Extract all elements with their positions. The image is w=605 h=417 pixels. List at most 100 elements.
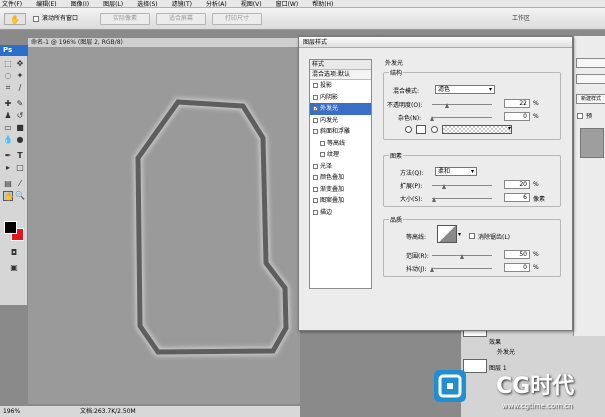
menu-item[interactable]: 选择(S) <box>137 0 158 7</box>
style-checkbox[interactable] <box>313 129 318 135</box>
glow-gradient-picker[interactable] <box>442 125 512 134</box>
range-input[interactable]: 50 <box>504 250 530 259</box>
contour-chevron-icon[interactable]: ▾ <box>458 231 461 238</box>
zoom-level[interactable]: 196% <box>3 406 20 417</box>
eyedropper-tool-icon[interactable]: ⁄ <box>15 179 25 189</box>
size-slider[interactable] <box>432 198 492 199</box>
layer-outer-glow-label[interactable]: 外发光 <box>497 347 515 356</box>
spread-slider[interactable] <box>432 185 492 186</box>
style-item[interactable]: 等高线 <box>310 138 371 150</box>
scroll-all-windows-checkbox[interactable] <box>33 16 39 22</box>
layer-style-dialog: 图层样式 样式 混合选项:默认 投影 内阴影 ✓ 外发光 内发光 斜面和浮雕 等高线 纹理 光泽… <box>298 36 573 331</box>
gradient-radio[interactable] <box>431 126 438 133</box>
quick-mask-icon[interactable]: ◘ <box>9 248 19 258</box>
slice-tool-icon[interactable]: ∕ <box>15 83 25 93</box>
history-brush-tool-icon[interactable]: ↺ <box>15 111 25 121</box>
lasso-tool-icon[interactable]: ◌ <box>3 71 13 81</box>
move-tool-icon[interactable]: ✥ <box>15 59 25 69</box>
style-checkbox[interactable] <box>313 83 318 89</box>
jitter-input[interactable]: 0 <box>504 263 530 272</box>
cancel-button[interactable] <box>576 74 605 84</box>
style-item[interactable]: 内发光 <box>310 115 371 127</box>
path-selection-tool-icon[interactable]: ▸ <box>3 163 13 173</box>
style-checkbox[interactable] <box>320 152 325 158</box>
style-item[interactable]: 渐变叠加 <box>310 184 371 196</box>
ok-button[interactable] <box>576 58 605 68</box>
style-checkbox[interactable]: ✓ <box>313 106 318 112</box>
noise-label: 杂色(N): <box>398 115 422 122</box>
eraser-tool-icon[interactable]: ▭ <box>3 123 13 133</box>
brush-tool-icon[interactable]: ✎ <box>15 99 25 109</box>
styles-header[interactable]: 样式 <box>310 60 371 70</box>
healing-brush-tool-icon[interactable]: ✚ <box>3 99 13 109</box>
document-canvas[interactable] <box>28 48 300 404</box>
style-checkbox[interactable] <box>313 175 318 181</box>
spread-input[interactable]: 20 <box>504 180 530 189</box>
new-style-button[interactable]: 新建样式 <box>576 94 605 104</box>
menu-item[interactable]: 视图(V) <box>241 0 262 7</box>
jitter-slider[interactable] <box>432 268 492 269</box>
type-tool-icon[interactable]: T <box>15 151 25 161</box>
menu-item[interactable]: 编辑(E) <box>36 0 56 7</box>
size-input[interactable]: 6 <box>504 193 530 202</box>
menu-item[interactable]: 窗口(W) <box>276 0 299 7</box>
opacity-slider[interactable] <box>432 104 492 105</box>
style-checkbox[interactable] <box>320 140 325 146</box>
solid-color-radio[interactable] <box>405 126 412 133</box>
layer-effects-label[interactable]: 效果 <box>489 337 501 346</box>
style-item[interactable]: 图案叠加 <box>310 195 371 207</box>
style-checkbox[interactable] <box>313 198 318 204</box>
style-item[interactable]: 光泽 <box>310 161 371 173</box>
gradient-chevron-icon[interactable]: ▾ <box>508 125 511 132</box>
opacity-input[interactable]: 22 <box>504 99 530 108</box>
crop-tool-icon[interactable]: ⌗ <box>3 83 13 93</box>
menu-item[interactable]: 图层(L) <box>103 0 123 7</box>
style-checkbox[interactable] <box>313 186 318 192</box>
foreground-color-swatch[interactable] <box>4 221 17 234</box>
method-select[interactable]: 柔和 ▾ <box>435 167 477 176</box>
menu-item[interactable]: 滤镜(T) <box>172 0 192 7</box>
screen-mode-icon[interactable]: ▣ <box>9 263 19 273</box>
style-item[interactable]: 描边 <box>310 207 371 219</box>
style-checkbox[interactable] <box>313 94 318 100</box>
menu-bar: 文件(F) 编辑(E) 图像(I) 图层(L) 选择(S) 滤镜(T) 分析(A) 视图(V)… <box>0 0 605 8</box>
contour-picker[interactable] <box>437 225 457 243</box>
hand-tool-preset[interactable]: ✋ <box>4 13 26 25</box>
style-item[interactable]: 投影 <box>310 80 371 92</box>
style-item[interactable]: 颜色叠加 <box>310 172 371 184</box>
blending-options-item[interactable]: 混合选项:默认 <box>310 70 371 80</box>
marquee-tool-icon[interactable]: ⬚ <box>3 59 13 69</box>
dodge-tool-icon[interactable]: ● <box>15 135 25 145</box>
style-item[interactable]: 纹理 <box>310 149 371 161</box>
menu-item[interactable]: 帮助(H) <box>312 0 333 7</box>
noise-input[interactable]: 0 <box>504 112 530 121</box>
print-size-button[interactable]: 打印尺寸 <box>212 13 262 25</box>
shape-tool-icon[interactable]: □ <box>15 163 25 173</box>
glow-color-swatch[interactable] <box>416 125 426 134</box>
blend-mode-select[interactable]: 滤色 ▾ <box>435 85 495 94</box>
gradient-tool-icon[interactable]: ■ <box>15 123 25 133</box>
stamp-tool-icon[interactable]: ♟ <box>3 111 13 121</box>
pen-tool-icon[interactable]: ✒ <box>3 151 13 161</box>
workspace-label[interactable]: 工作区 <box>512 13 530 22</box>
fit-screen-button[interactable]: 适合屏幕 <box>156 13 206 25</box>
noise-slider[interactable] <box>432 117 492 118</box>
menu-item[interactable]: 分析(A) <box>206 0 227 7</box>
notes-tool-icon[interactable]: ▤ <box>3 179 13 189</box>
antialias-checkbox[interactable] <box>469 233 475 239</box>
actual-pixels-button[interactable]: 实际像素 <box>100 13 150 25</box>
style-checkbox[interactable] <box>313 163 318 169</box>
menu-item[interactable]: 图像(I) <box>71 0 89 7</box>
size-label: 大小(S): <box>400 196 423 203</box>
style-item[interactable]: ✓ 外发光 <box>310 103 371 115</box>
style-item[interactable]: 斜面和浮雕 <box>310 126 371 138</box>
style-item[interactable]: 内阴影 <box>310 92 371 104</box>
style-checkbox[interactable] <box>313 209 318 215</box>
style-checkbox[interactable] <box>313 117 318 123</box>
preview-checkbox[interactable] <box>577 113 583 119</box>
magic-wand-tool-icon[interactable]: ✦ <box>15 71 25 81</box>
hand-tool-icon[interactable]: ✋ <box>3 191 14 201</box>
zoom-tool-icon[interactable]: 🔍 <box>15 191 25 201</box>
blur-tool-icon[interactable]: 💧 <box>3 135 13 145</box>
menu-item[interactable]: 文件(F) <box>2 0 22 7</box>
